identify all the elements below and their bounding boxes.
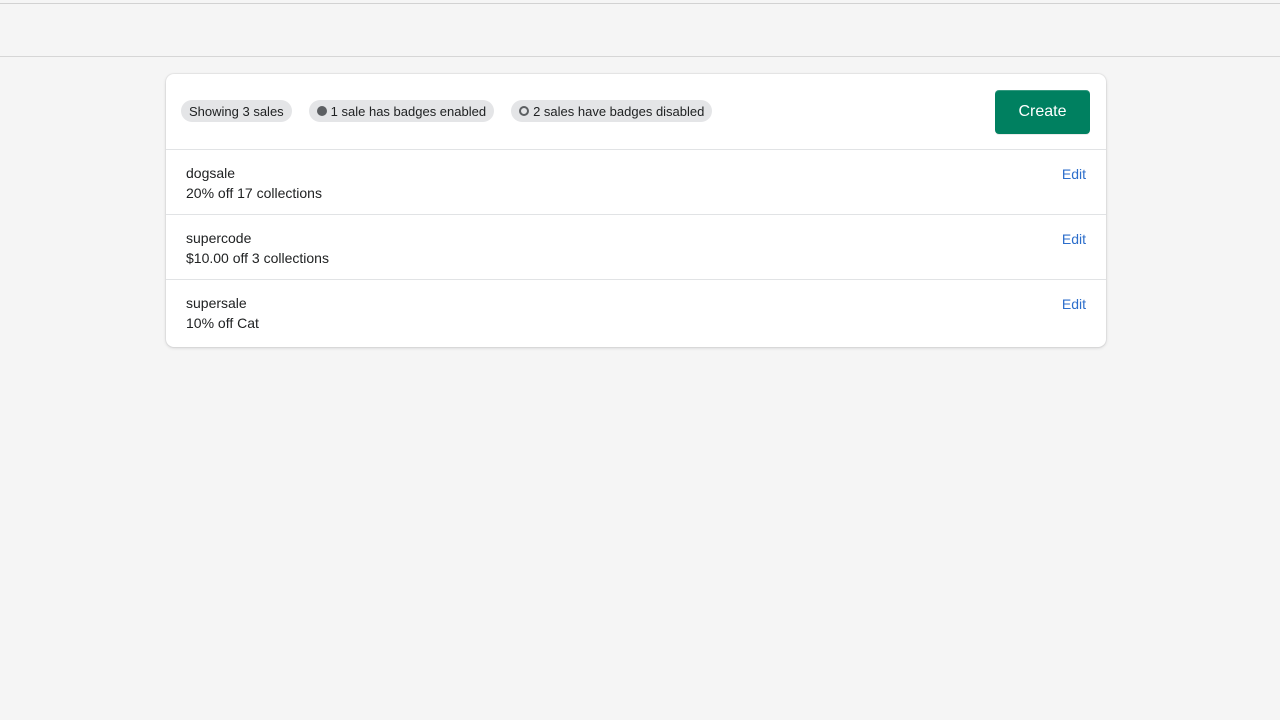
showing-count-label: Showing 3 sales — [189, 103, 284, 119]
showing-count-badge: Showing 3 sales — [181, 100, 292, 122]
sale-description: 20% off 17 collections — [186, 185, 322, 201]
badges-disabled-badge: 2 sales have badges disabled — [511, 100, 713, 122]
sale-name: supersale — [186, 295, 247, 311]
sale-name: dogsale — [186, 165, 236, 181]
summary-badges: Showing 3 sales 1 sale has badges enable… — [181, 100, 713, 122]
badges-enabled-badge: 1 sale has badges enabled — [308, 100, 495, 122]
sales-card: Showing 3 sales 1 sale has badges enable… — [166, 74, 1106, 347]
sale-description: $10.00 off 3 collections — [186, 250, 329, 266]
badges-disabled-label: 2 sales have badges disabled — [533, 103, 705, 119]
badges-enabled-label: 1 sale has badges enabled — [330, 103, 487, 119]
edit-link[interactable]: Edit — [1062, 231, 1086, 247]
filled-circle-icon — [316, 106, 327, 116]
hollow-circle-icon — [519, 106, 530, 116]
sale-name: supercode — [186, 230, 252, 246]
edit-link[interactable]: Edit — [1062, 166, 1086, 182]
sale-description: 10% off Cat — [186, 315, 259, 331]
card-header: Showing 3 sales 1 sale has badges enable… — [166, 74, 1106, 150]
top-bar — [0, 4, 1280, 57]
list-item: supercode $10.00 off 3 collections Edit — [166, 215, 1106, 280]
list-item: dogsale 20% off 17 collections Edit — [166, 150, 1106, 215]
edit-link[interactable]: Edit — [1062, 296, 1086, 312]
list-item: supersale 10% off Cat Edit — [166, 280, 1106, 346]
create-button[interactable]: Create — [995, 90, 1090, 134]
